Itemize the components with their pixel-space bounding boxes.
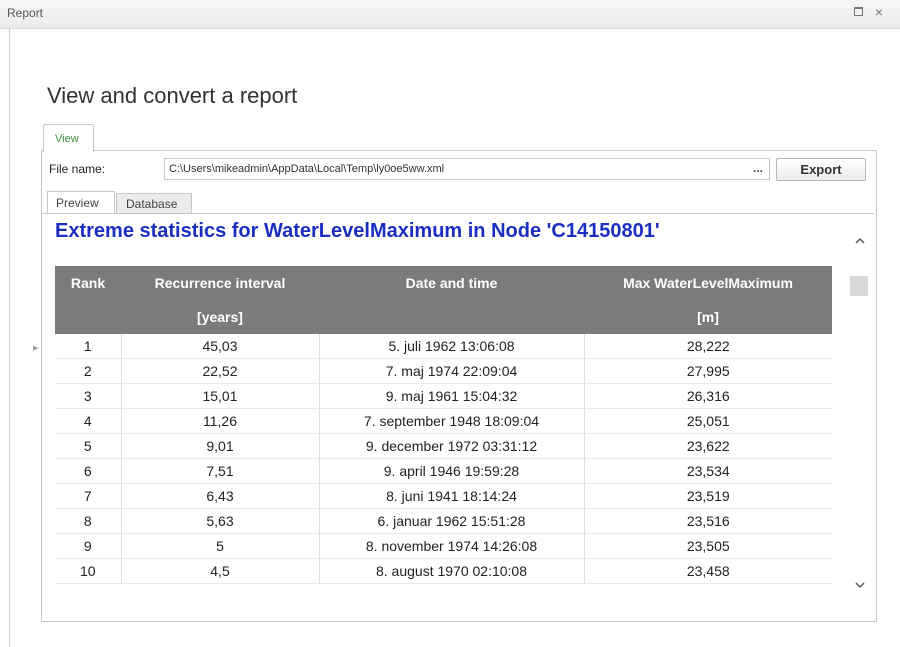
tab-database[interactable]: Database xyxy=(116,193,192,213)
table-row: 1 45,03 5. juli 1962 13:06:08 28,222 xyxy=(55,334,832,359)
table-row: 2 22,52 7. maj 1974 22:09:04 27,995 xyxy=(55,358,832,384)
column-unit: [years] xyxy=(121,300,319,334)
table-cell: 1 xyxy=(55,334,121,359)
column-unit: [m] xyxy=(584,300,832,334)
tab-preview[interactable]: Preview xyxy=(47,191,115,213)
table-cell: 45,03 xyxy=(120,334,319,359)
table-cell: 9,01 xyxy=(120,433,319,459)
table-cell: 6. januar 1962 15:51:28 xyxy=(318,508,584,534)
table-cell: 6 xyxy=(55,458,121,484)
left-panel-border xyxy=(9,28,10,647)
table-cell: 5. juli 1962 13:06:08 xyxy=(318,334,584,359)
table-cell: 11,26 xyxy=(120,408,319,434)
table-cell: 10 xyxy=(55,558,121,584)
chevron-up-icon[interactable] xyxy=(855,236,865,246)
table-cell: 7. september 1948 18:09:04 xyxy=(318,408,584,434)
table-cell: 8. november 1974 14:26:08 xyxy=(318,533,584,559)
table-row: 9 5 8. november 1974 14:26:08 23,505 xyxy=(55,533,832,559)
table-cell: 7. maj 1974 22:09:04 xyxy=(318,358,584,384)
table-cell: 23,519 xyxy=(583,483,832,509)
table-cell: 9. maj 1961 15:04:32 xyxy=(318,383,584,409)
vertical-scrollbar[interactable] xyxy=(846,214,874,620)
table-row: 3 15,01 9. maj 1961 15:04:32 26,316 xyxy=(55,383,832,409)
table-cell: 8. august 1970 02:10:08 xyxy=(318,558,584,584)
file-name-label: File name: xyxy=(49,162,106,176)
column-unit xyxy=(55,300,121,334)
table-row: 5 9,01 9. december 1972 03:31:12 23,622 xyxy=(55,433,832,459)
table-cell: 7 xyxy=(55,483,121,509)
table-cell: 7,51 xyxy=(120,458,319,484)
report-table: Rank Recurrence interval Date and time M… xyxy=(55,266,832,584)
table-cell: 23,516 xyxy=(583,508,832,534)
table-cell: 9. april 1946 19:59:28 xyxy=(318,458,584,484)
table-cell: 8 xyxy=(55,508,121,534)
tab-view-label: View xyxy=(55,133,79,145)
table-cell: 26,316 xyxy=(583,383,832,409)
table-cell: 5 xyxy=(120,533,319,559)
table-cell: 5 xyxy=(55,433,121,459)
expand-arrow-icon[interactable]: ▶ xyxy=(33,344,38,352)
tab-database-label: Database xyxy=(126,197,178,211)
table-cell: 15,01 xyxy=(120,383,319,409)
table-row: 6 7,51 9. april 1946 19:59:28 23,534 xyxy=(55,458,832,484)
table-cell: 6,43 xyxy=(120,483,319,509)
page-title: View and convert a report xyxy=(47,83,298,108)
table-cell: 23,622 xyxy=(583,433,832,459)
table-cell: 22,52 xyxy=(120,358,319,384)
table-cell: 5,63 xyxy=(120,508,319,534)
tab-preview-label: Preview xyxy=(56,196,99,210)
export-button[interactable]: Export xyxy=(776,158,866,181)
table-cell: 8. juni 1941 18:14:24 xyxy=(318,483,584,509)
column-unit xyxy=(319,300,584,334)
table-row: 10 4,5 8. august 1970 02:10:08 23,458 xyxy=(55,558,832,584)
maximize-icon[interactable] xyxy=(851,5,865,19)
column-header: Date and time xyxy=(319,266,584,300)
table-cell: 23,534 xyxy=(583,458,832,484)
column-header: Rank xyxy=(55,266,121,300)
table-row: 4 11,26 7. september 1948 18:09:04 25,051 xyxy=(55,408,832,434)
chevron-down-icon[interactable] xyxy=(855,580,865,590)
table-cell: 2 xyxy=(55,358,121,384)
table-cell: 23,458 xyxy=(583,558,832,584)
scrollbar-thumb[interactable] xyxy=(850,276,868,296)
column-header: Max WaterLevelMaximum xyxy=(584,266,832,300)
table-cell: 4 xyxy=(55,408,121,434)
table-cell: 9 xyxy=(55,533,121,559)
window-title: Report xyxy=(7,6,44,20)
table-cell: 28,222 xyxy=(583,334,832,359)
title-bar: Report × xyxy=(0,0,900,29)
browse-button[interactable]: ... xyxy=(753,161,763,175)
tab-view[interactable]: View xyxy=(43,124,94,152)
table-cell: 3 xyxy=(55,383,121,409)
table-cell: 23,505 xyxy=(583,533,832,559)
table-cell: 9. december 1972 03:31:12 xyxy=(318,433,584,459)
column-header: Recurrence interval xyxy=(121,266,319,300)
table-row: 7 6,43 8. juni 1941 18:14:24 23,519 xyxy=(55,483,832,509)
report-title: Extreme statistics for WaterLevelMaximum… xyxy=(55,220,660,242)
table-cell: 25,051 xyxy=(583,408,832,434)
table-row: 8 5,63 6. januar 1962 15:51:28 23,516 xyxy=(55,508,832,534)
report-preview[interactable]: Extreme statistics for WaterLevelMaximum… xyxy=(42,213,874,620)
file-name-input[interactable] xyxy=(169,161,739,177)
table-cell: 27,995 xyxy=(583,358,832,384)
close-icon[interactable]: × xyxy=(872,5,886,19)
file-name-field[interactable]: ... xyxy=(164,158,770,180)
table-cell: 4,5 xyxy=(120,558,319,584)
